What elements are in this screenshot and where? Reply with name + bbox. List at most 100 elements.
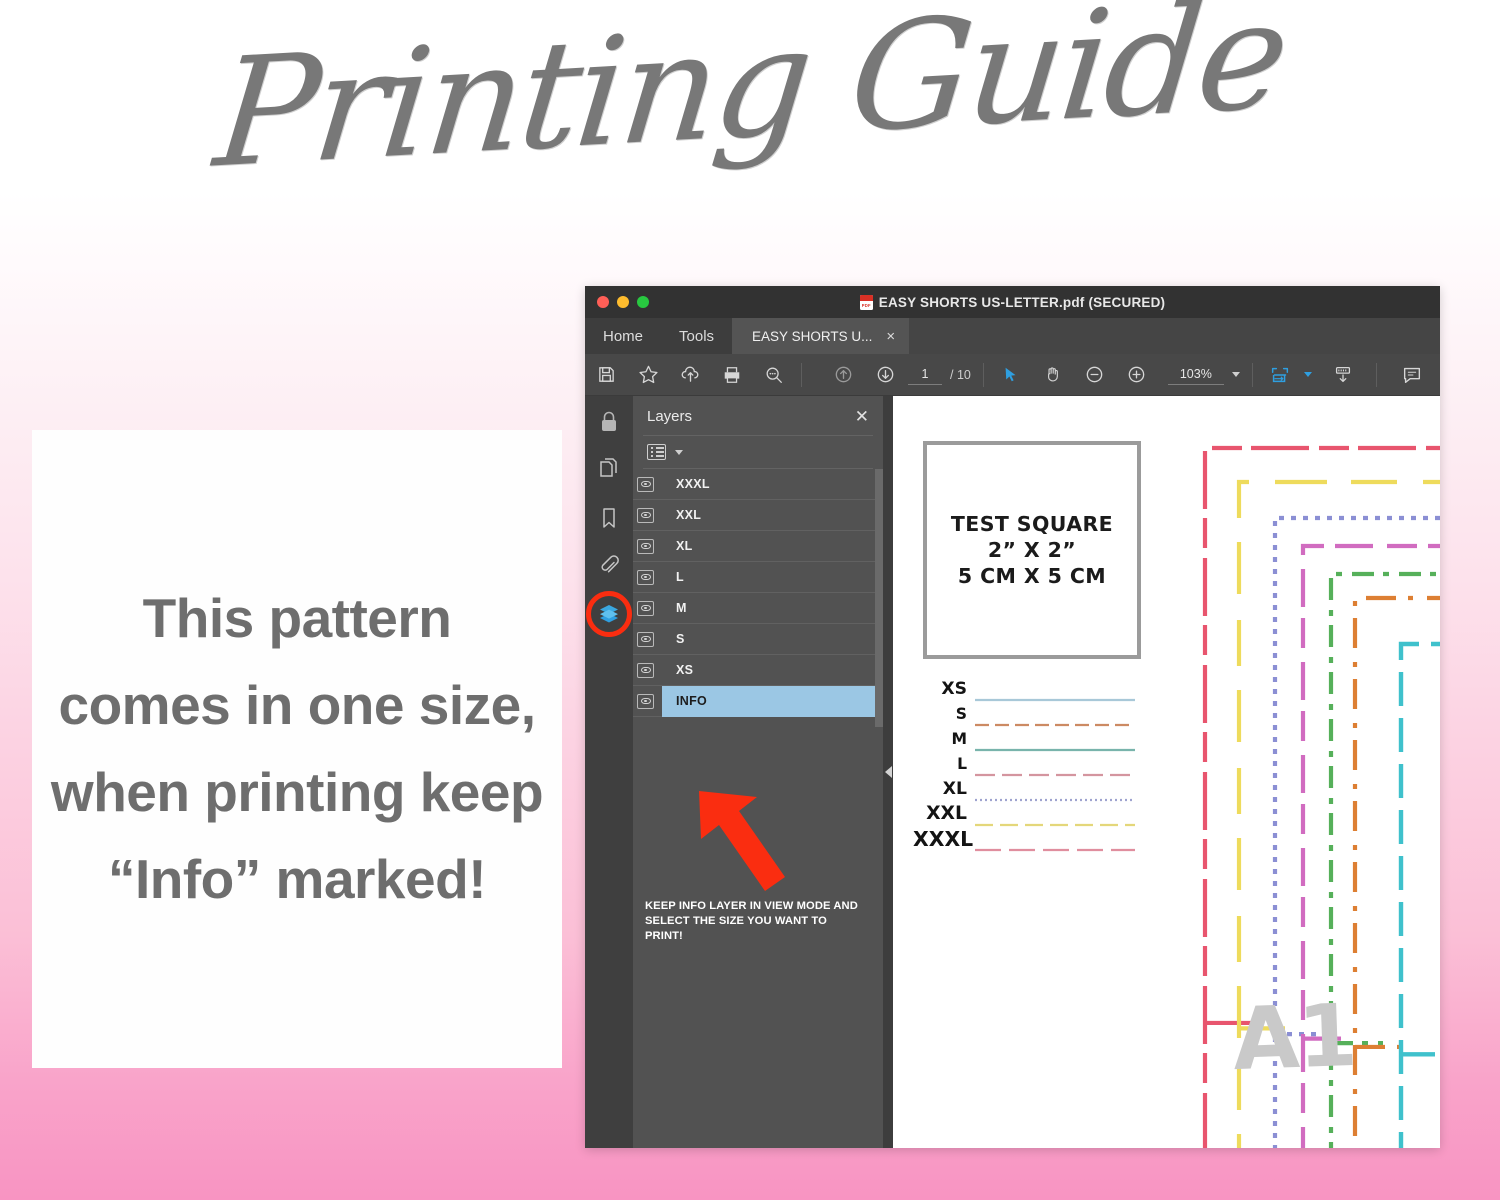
toolbar-divider-4 [1375,362,1377,387]
page-thumbnails-icon[interactable] [595,456,623,484]
attachments-icon[interactable] [595,552,623,580]
zoom-dropdown-chevron-icon[interactable] [1231,372,1240,377]
info-card-text: This pattern comes in one size, when pri… [50,587,544,910]
page-header: Printing Guide [0,0,1500,201]
fit-page-chevron-icon[interactable] [1303,372,1312,377]
legend-row: S [913,701,1143,726]
tab-home[interactable]: Home [585,318,661,354]
layer-row[interactable]: L [633,562,883,593]
chevron-left-icon [884,766,892,778]
sidebar-rail [585,396,633,1148]
layer-visibility-icon[interactable] [637,507,654,523]
legend-row: XXXL [913,826,1143,851]
search-icon[interactable] [753,354,795,396]
layer-visibility-icon[interactable] [637,600,654,616]
sidebar-item-layers[interactable] [586,591,632,637]
test-square-text: TEST SQUARE 2” X 2” 5 CM X 5 CM [951,511,1113,590]
legend-row: XL [913,776,1143,801]
legend-size-label: XXL [926,803,967,824]
layer-options-chevron-icon[interactable] [675,449,683,455]
lock-icon[interactable] [595,408,623,436]
pdf-file-icon [859,294,873,310]
fit-page-icon[interactable] [1259,354,1301,396]
test-square-line3: 5 CM X 5 CM [957,564,1107,589]
test-square-line1: TEST SQUARE [950,511,1114,536]
cloud-upload-icon[interactable] [669,354,711,396]
window-titlebar: EASY SHORTS US-LETTER.pdf (SECURED) [585,286,1440,318]
zoom-level-input[interactable]: 103% [1167,364,1224,385]
legend-size-label: L [957,754,967,773]
layer-name-label: M [676,601,687,615]
layer-row[interactable]: XS [633,655,883,686]
tab-tools[interactable]: Tools [661,318,732,354]
zoom-out-icon[interactable] [1074,354,1116,396]
layer-row[interactable]: INFO [633,685,883,717]
layer-row[interactable]: S [633,624,883,655]
layer-name-label: XXL [676,508,702,522]
window-title-text: EASY SHORTS US-LETTER.pdf (SECURED) [878,294,1166,310]
layers-panel: Layers ✕ XXXL XXL XL L M S XS INFO KEEP INFO LAY… [633,396,883,1148]
legend-size-label: XS [941,678,967,699]
tab-bar: Home Tools EASY SHORTS U... × [585,318,1440,354]
layer-name-label: L [676,570,684,584]
legend-size-label: XXXL [913,826,974,851]
legend-row: M [913,726,1143,751]
layer-row[interactable]: XXL [633,500,883,531]
layer-visibility-icon[interactable] [637,538,654,554]
layer-visibility-icon[interactable] [637,476,654,492]
toolbar-divider-2 [982,362,984,387]
comment-icon[interactable] [1391,354,1433,396]
bookmarks-icon[interactable] [595,504,623,532]
hand-tool-icon[interactable] [1032,354,1074,396]
document-page: TEST SQUARE 2” X 2” 5 CM X 5 CM XS S M L XL X… [893,396,1440,1148]
tab-document[interactable]: EASY SHORTS U... × [732,318,910,354]
highlight-circle-icon [586,591,632,637]
close-tab-icon[interactable]: × [886,329,895,344]
main-toolbar: 1 / 10 103% [585,354,1440,396]
layer-row[interactable]: XXXL [633,469,883,500]
red-arrow-annotation [699,791,785,891]
legend-size-label: S [955,704,967,723]
layer-name-label: XS [676,663,694,677]
test-square-line2: 2” X 2” [987,537,1077,562]
layer-row[interactable]: M [633,593,883,624]
close-panel-icon[interactable]: ✕ [855,408,869,425]
pdf-viewer-window: EASY SHORTS US-LETTER.pdf (SECURED) Home… [585,286,1440,1148]
print-icon[interactable] [711,354,753,396]
tab-document-label: EASY SHORTS U... [752,328,873,344]
layers-options-button[interactable] [633,436,883,468]
layer-visibility-icon[interactable] [637,569,654,585]
save-icon[interactable] [585,354,627,396]
star-icon[interactable] [627,354,669,396]
layers-hint-text: KEEP INFO LAYER IN VIEW MODE AND SELECT … [645,900,858,942]
layers-scrollbar[interactable] [875,469,883,727]
layers-list: XXXL XXL XL L M S XS INFO KEEP INFO LAYER IN VIE… [633,469,883,1148]
layer-visibility-icon[interactable] [637,693,654,709]
legend-size-label: XL [942,778,967,799]
previous-page-icon[interactable] [822,354,864,396]
layer-visibility-icon[interactable] [637,631,654,647]
legend-row: XS [913,676,1143,701]
page-title: Printing Guide [207,0,1293,202]
page-fit-width-icon[interactable] [1322,354,1364,396]
test-square: TEST SQUARE 2” X 2” 5 CM X 5 CM [923,441,1141,659]
next-page-icon[interactable] [864,354,906,396]
info-card: This pattern comes in one size, when pri… [32,430,562,1068]
toolbar-divider [801,362,802,387]
page-number-input[interactable]: 1 [908,364,942,385]
legend-row: XXL [913,801,1143,826]
toolbar-divider-3 [1251,362,1253,387]
window-title: EASY SHORTS US-LETTER.pdf (SECURED) [585,294,1440,310]
layer-name-label: INFO [676,694,708,708]
layers-panel-header: Layers ✕ [633,396,883,435]
select-cursor-icon[interactable] [990,354,1032,396]
layer-name-label: XXXL [676,477,710,491]
layer-options-icon [647,444,666,460]
viewer-body: Layers ✕ XXXL XXL XL L M S XS INFO KEEP INFO LAY… [585,396,1440,1148]
layer-row[interactable]: XL [633,531,883,562]
panel-collapse-handle[interactable] [883,396,893,1148]
legend-row: L [913,751,1143,776]
layer-visibility-icon[interactable] [637,662,654,678]
zoom-in-icon[interactable] [1116,354,1158,396]
page-total-label: / 10 [950,367,971,382]
